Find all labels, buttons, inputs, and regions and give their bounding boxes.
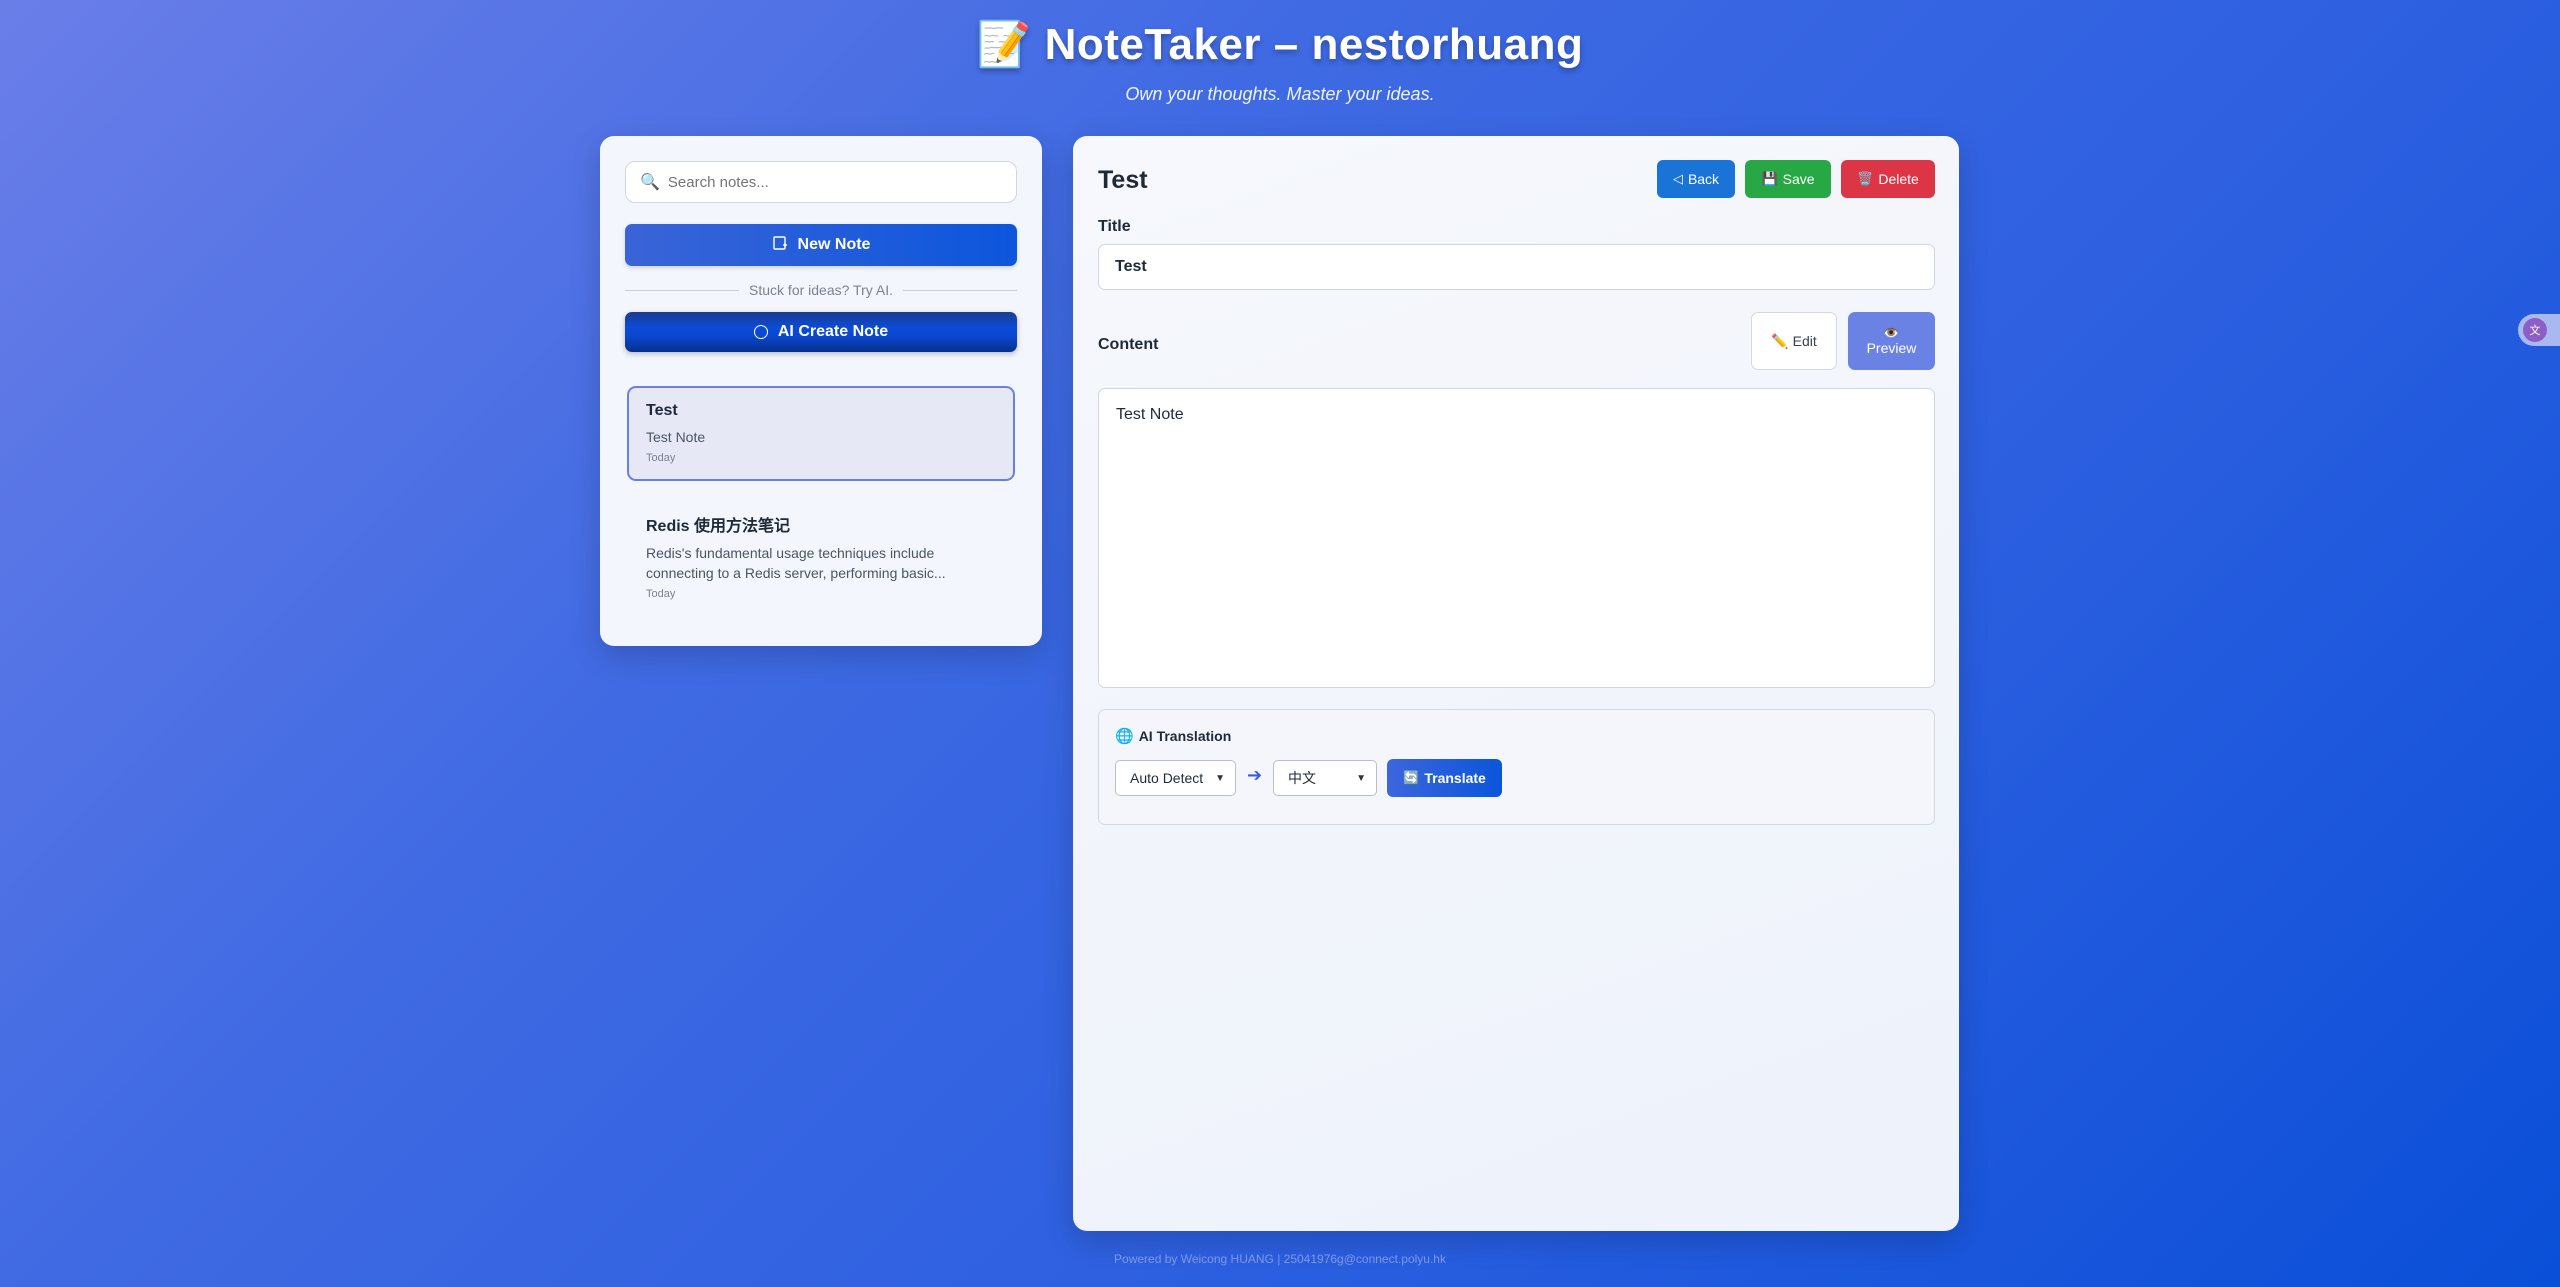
ai-divider-text: Stuck for ideas? Try AI. <box>749 282 893 298</box>
search-input[interactable] <box>665 172 1010 192</box>
trash-icon: 🗑️ <box>1857 171 1874 186</box>
chevron-down-icon: ▼ <box>1356 772 1366 784</box>
translate-button[interactable]: 🔄 Translate <box>1387 759 1502 797</box>
note-title: Test <box>646 402 678 419</box>
arrow-right-icon: ➔ <box>1247 765 1263 785</box>
title-label: Title <box>1098 218 1131 235</box>
divider-line-right <box>902 289 1018 291</box>
edit-mode-button[interactable]: ✏️ Edit <box>1751 312 1837 370</box>
preview-label: Preview <box>1866 340 1917 356</box>
ai-create-note-button[interactable]: AI Create Note <box>625 312 1017 352</box>
chevron-down-icon: ▼ <box>1215 772 1225 784</box>
target-language-select[interactable]: 中文 ▼ <box>1273 760 1377 796</box>
note-excerpt: Redis's fundamental usage techniques inc… <box>646 545 946 581</box>
preview-mode-button[interactable]: 👁️ Preview <box>1848 312 1935 370</box>
delete-button[interactable]: 🗑️ Delete <box>1841 160 1935 198</box>
sidebar: 🔍 New Note Stuck for ideas? Try AI. AI C… <box>600 136 1042 646</box>
translation-heading: 🌐 AI Translation <box>1115 727 1231 745</box>
note-excerpt: Test Note <box>646 429 706 445</box>
save-icon: 💾 <box>1761 171 1778 186</box>
translation-heading-text: AI Translation <box>1138 728 1232 744</box>
ai-create-note-label: AI Create Note <box>777 323 889 340</box>
save-label: Save <box>1782 171 1815 187</box>
divider-line-left <box>625 289 740 291</box>
floating-translate-widget[interactable]: 文 <box>2518 314 2560 346</box>
translation-panel: 🌐 AI Translation Auto Detect ▼ ➔ 中文 ▼ 🔄 … <box>1098 709 1935 825</box>
editor-note-title: Test <box>1098 166 1148 194</box>
back-label: Back <box>1687 171 1720 187</box>
translate-label: Translate <box>1424 770 1486 786</box>
source-language-value: Auto Detect <box>1130 770 1204 786</box>
app-subtitle: Own your thoughts. Master your ideas. <box>1125 84 1435 104</box>
search-box[interactable]: 🔍 <box>625 161 1017 203</box>
translate-widget-icon: 文 <box>2523 318 2547 342</box>
ai-icon <box>753 325 768 339</box>
content-preview[interactable]: Test Note <box>1098 388 1935 688</box>
save-button[interactable]: 💾 Save <box>1745 160 1831 198</box>
note-list-item[interactable]: Redis 使用方法笔记 Redis's fundamental usage t… <box>627 496 1015 606</box>
note-list-item-active[interactable]: Test Test Note Today <box>627 386 1015 481</box>
footer: Powered by Weicong HUANG | 25041976g@con… <box>1114 1252 1446 1266</box>
edit-label: Edit <box>1792 333 1817 349</box>
editor-panel: Test ◁ Back 💾 Save 🗑️ Delete Title Test … <box>1073 136 1959 1231</box>
back-icon: ◁ <box>1672 171 1683 186</box>
new-note-icon <box>772 235 788 256</box>
app-title: 📝 NoteTaker – nestorhuang <box>976 20 1584 69</box>
content-label: Content <box>1098 336 1159 353</box>
eye-icon: 👁️ <box>1883 325 1900 340</box>
delete-label: Delete <box>1878 171 1919 187</box>
ai-divider: Stuck for ideas? Try AI. <box>625 280 1018 300</box>
search-icon: 🔍 <box>640 174 660 191</box>
note-date: Today <box>646 452 676 464</box>
new-note-label: New Note <box>797 236 871 253</box>
new-note-button[interactable]: New Note <box>625 224 1017 266</box>
note-title: Redis 使用方法笔记 <box>646 518 791 535</box>
translate-icon: 🔄 <box>1403 770 1420 785</box>
target-language-value: 中文 <box>1288 770 1316 786</box>
back-button[interactable]: ◁ Back <box>1657 160 1735 198</box>
title-input[interactable]: Test <box>1098 244 1935 290</box>
note-date: Today <box>646 588 676 600</box>
globe-icon: 🌐 <box>1115 728 1134 745</box>
pencil-icon: ✏️ <box>1771 332 1789 349</box>
source-language-select[interactable]: Auto Detect ▼ <box>1115 760 1236 796</box>
